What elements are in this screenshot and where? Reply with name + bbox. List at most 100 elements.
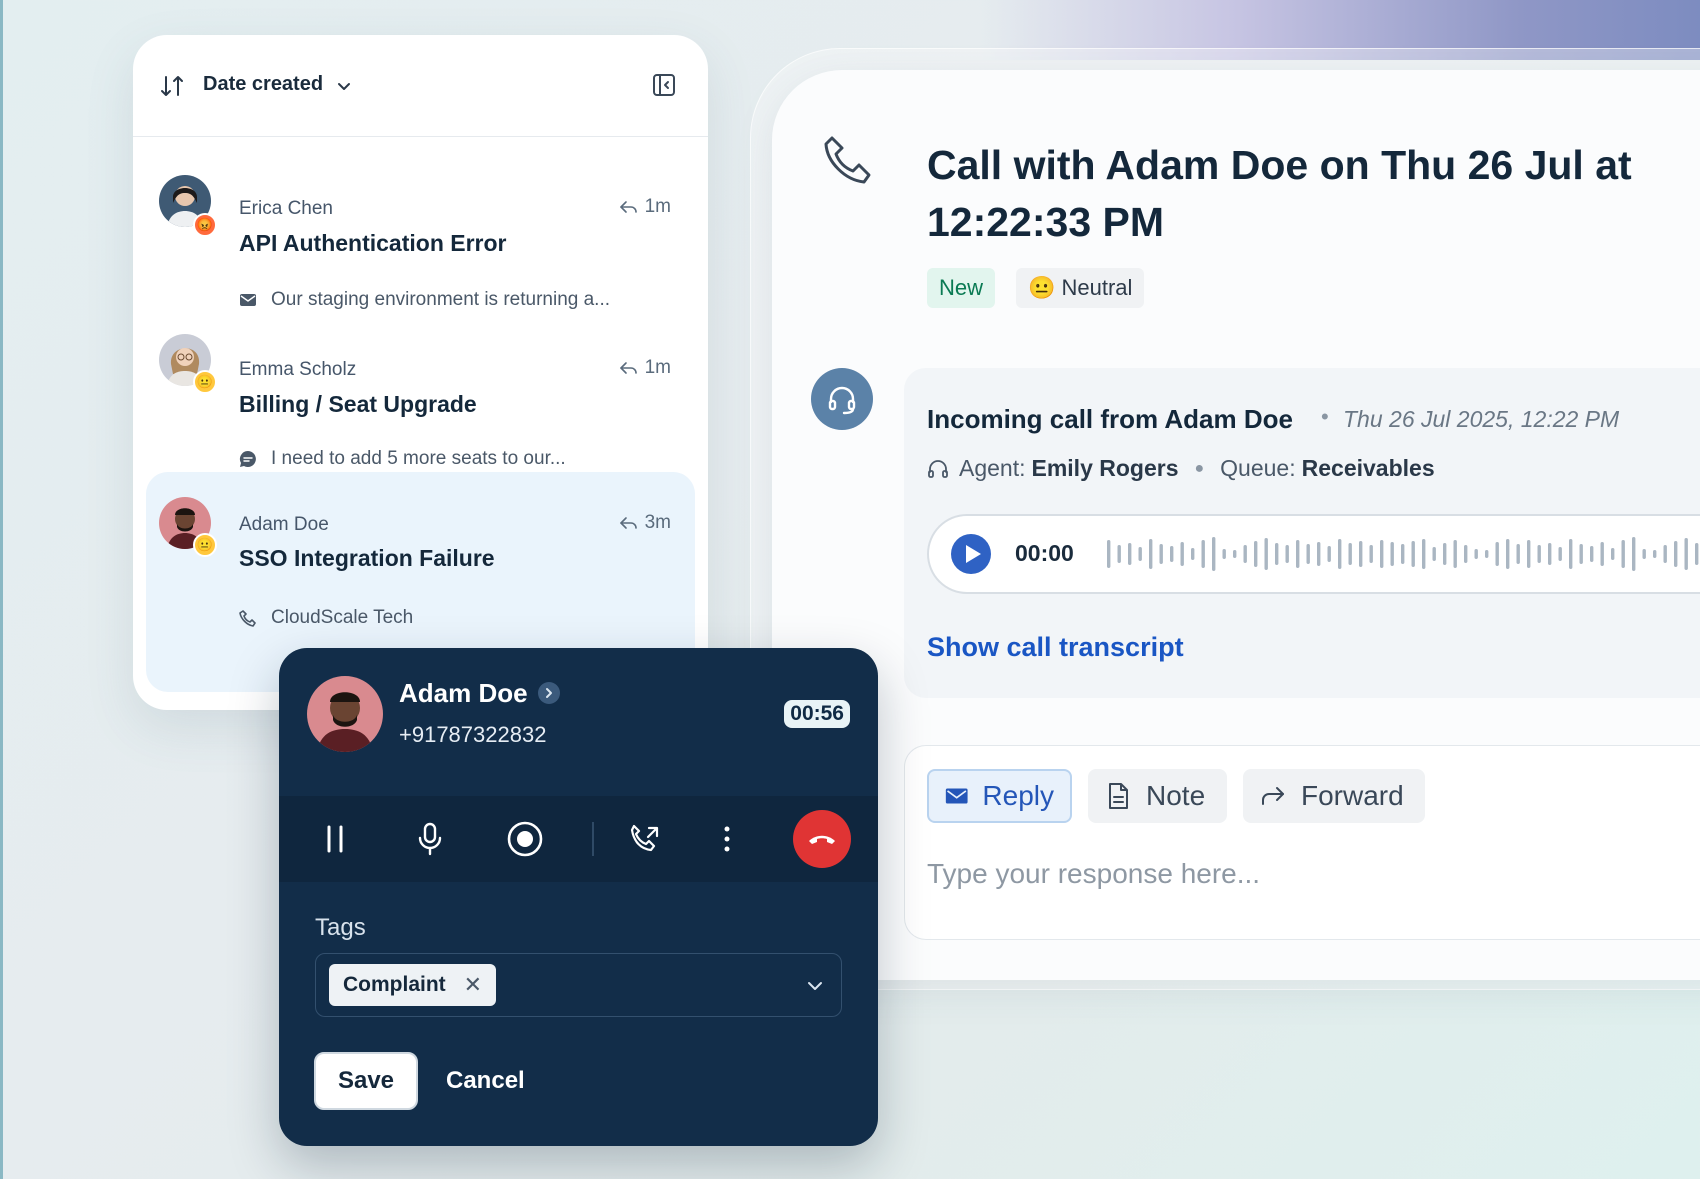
conversation-time-value: 1m xyxy=(644,196,671,217)
waveform-bar xyxy=(1537,545,1541,563)
waveform-bar xyxy=(1695,543,1699,565)
waveform-bar xyxy=(1128,543,1132,565)
call-recording-player: 00:00 xyxy=(927,514,1700,594)
waveform-bar xyxy=(1611,548,1615,560)
hang-up-button[interactable] xyxy=(793,810,851,868)
play-button[interactable] xyxy=(951,534,991,574)
waveform-bar xyxy=(1191,548,1195,560)
mute-button[interactable] xyxy=(409,818,451,860)
conversation-snippet-text: CloudScale Tech xyxy=(271,607,414,628)
chevron-down-icon[interactable] xyxy=(805,976,825,996)
list-header: Date created xyxy=(133,35,708,137)
waveform-bar xyxy=(1485,550,1489,558)
waveform-bar xyxy=(1107,540,1111,568)
forward-arrow-icon xyxy=(1262,787,1284,805)
waveform-bar xyxy=(1527,540,1531,568)
agent-name: Emily Rogers xyxy=(1031,455,1179,481)
conversation-snippet-text: Our staging environment is returning a..… xyxy=(271,289,611,310)
reply-arrow-icon xyxy=(619,517,637,529)
waveform-bar xyxy=(1548,543,1552,565)
queue-name: Receivables xyxy=(1301,455,1435,481)
conversation-snippet: I need to add 5 more seats to our... xyxy=(239,448,566,470)
waveform-bar xyxy=(1296,540,1300,568)
forward-tab-label: Forward xyxy=(1301,780,1404,811)
waveform-bar xyxy=(1327,546,1331,562)
controls-divider xyxy=(592,822,594,856)
waveform-bar xyxy=(1149,539,1153,569)
reply-arrow-icon xyxy=(619,362,637,374)
microphone-icon xyxy=(418,822,442,856)
waveform-bar xyxy=(1401,544,1405,564)
reply-input[interactable] xyxy=(927,858,1687,890)
waveform-bar xyxy=(1600,542,1604,566)
chat-icon xyxy=(239,450,256,467)
waveform-bar xyxy=(1117,545,1121,563)
waveform-bar xyxy=(1506,539,1510,569)
waveform-bar xyxy=(1632,537,1636,571)
pause-icon xyxy=(327,825,343,853)
conversation-time: 3m xyxy=(619,512,671,534)
separator-dot: ● xyxy=(1194,459,1205,477)
waveform-bar xyxy=(1170,546,1174,562)
audio-waveform[interactable] xyxy=(1107,534,1700,574)
remove-tag-icon[interactable]: ✕ xyxy=(464,972,482,998)
waveform-bar xyxy=(1201,540,1205,568)
chevron-right-icon[interactable] xyxy=(538,682,560,704)
sort-dropdown-label[interactable]: Date created xyxy=(203,73,323,96)
waveform-bar xyxy=(1411,541,1415,567)
conversation-item-erica-chen[interactable]: 😡 Erica Chen 1m API Authentication Error… xyxy=(146,154,695,310)
waveform-bar xyxy=(1275,543,1279,565)
waveform-bar xyxy=(1369,545,1373,563)
call-heading: Incoming call from Adam Doe xyxy=(927,404,1293,434)
headphones-icon xyxy=(928,459,948,478)
page-title: Call with Adam Doe on Thu 26 Jul at 12:2… xyxy=(927,142,1632,245)
waveform-bar xyxy=(1264,538,1268,570)
show-transcript-link[interactable]: Show call transcript xyxy=(927,632,1184,663)
separator-dot: • xyxy=(1321,404,1329,429)
reply-tab[interactable]: Reply xyxy=(927,769,1072,823)
waveform-bar xyxy=(1443,543,1447,565)
call-controls xyxy=(279,796,878,882)
conversation-time: 1m xyxy=(619,357,671,379)
call-meta: Agent: Emily Rogers ● Queue: Receivables xyxy=(927,455,1435,482)
hold-button[interactable] xyxy=(314,818,356,860)
waveform-bar xyxy=(1222,549,1226,559)
transfer-button[interactable] xyxy=(625,818,667,860)
waveform-bar xyxy=(1380,540,1384,568)
save-button[interactable]: Save xyxy=(314,1052,418,1110)
waveform-bar xyxy=(1495,542,1499,566)
forward-tab[interactable]: Forward xyxy=(1243,769,1425,823)
more-vertical-icon xyxy=(724,826,730,852)
conversation-item-emma-scholz[interactable]: 😐 Emma Scholz 1m Billing / Seat Upgrade … xyxy=(146,315,695,475)
phone-icon xyxy=(239,610,256,627)
waveform-bar xyxy=(1285,545,1289,563)
conversation-snippet: Our staging environment is returning a..… xyxy=(239,289,610,311)
note-tab[interactable]: Note xyxy=(1088,769,1227,823)
tag-chip: Complaint ✕ xyxy=(329,964,497,1006)
note-icon xyxy=(1109,783,1128,809)
conversation-list-panel: Date created 😡 Erica Chen 1m API Authent… xyxy=(133,35,708,710)
conversation-snippet-text: I need to add 5 more seats to our... xyxy=(271,448,566,469)
neutral-emoji-icon: 😐 xyxy=(193,370,217,394)
sort-icon[interactable] xyxy=(159,73,185,99)
sentiment-badge: 😐 Neutral xyxy=(1016,268,1145,308)
record-button[interactable] xyxy=(504,818,546,860)
waveform-bar xyxy=(1516,544,1520,564)
conversation-contact-name: Emma Scholz xyxy=(239,359,357,380)
caller-avatar xyxy=(307,676,383,752)
waveform-bar xyxy=(1233,550,1237,558)
tags-select[interactable]: Complaint ✕ xyxy=(315,953,842,1017)
caller-number: +91787322832 xyxy=(399,722,547,747)
reply-tab-label: Reply xyxy=(982,780,1054,811)
collapse-panel-icon[interactable] xyxy=(650,71,678,99)
agent-avatar xyxy=(811,368,873,430)
tag-chip-label: Complaint xyxy=(343,973,446,996)
chevron-down-icon[interactable] xyxy=(335,77,353,95)
waveform-bar xyxy=(1159,544,1163,564)
cancel-button[interactable]: Cancel xyxy=(446,1052,525,1110)
angry-emoji-icon: 😡 xyxy=(193,213,217,237)
phone-icon xyxy=(824,136,871,184)
status-badge: New xyxy=(927,268,996,308)
more-options-button[interactable] xyxy=(706,818,748,860)
waveform-bar xyxy=(1684,538,1688,570)
